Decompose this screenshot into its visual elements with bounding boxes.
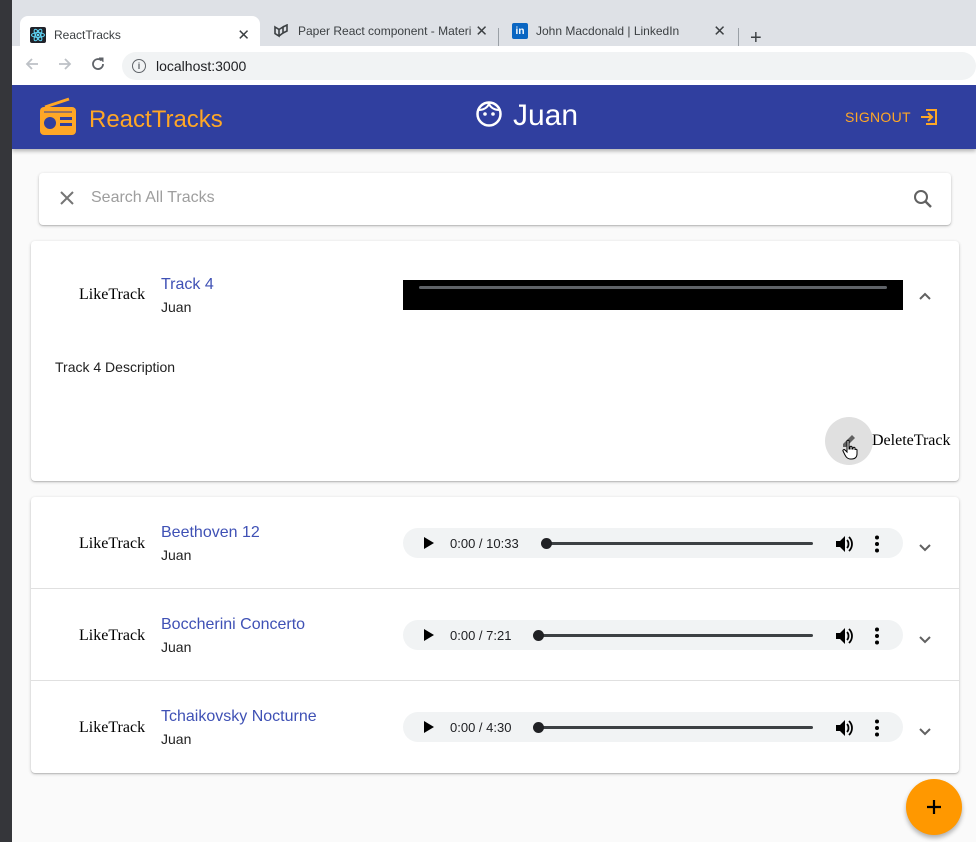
back-icon[interactable] [24, 56, 40, 75]
track-description: Track 4 Description [55, 359, 176, 375]
more-options-icon[interactable] [874, 719, 880, 737]
audio-player[interactable]: 0:00 / 7:21 [403, 620, 903, 650]
app-bar: ReactTracks Juan SIGNOUT [12, 85, 976, 149]
hand-cursor-icon [842, 439, 858, 460]
audio-seek-bar[interactable] [539, 634, 813, 637]
track-user: Juan [161, 639, 192, 655]
like-track-button[interactable]: LikeTrack [79, 719, 145, 737]
track-user: Juan [161, 731, 192, 747]
tab-linkedin[interactable]: in John Macdonald | LinkedIn ✕ [502, 16, 736, 46]
tab-separator [498, 28, 499, 46]
volume-icon[interactable] [835, 627, 853, 645]
tab-title: ReactTracks [54, 28, 121, 42]
volume-icon[interactable] [835, 535, 853, 553]
search-bar: Search All Tracks [39, 173, 951, 225]
audio-time: 0:00 / 7:21 [450, 628, 512, 643]
play-icon[interactable] [423, 628, 435, 642]
signout-label: SIGNOUT [845, 109, 911, 125]
audio-seek-knob[interactable] [533, 722, 544, 733]
volume-icon[interactable] [835, 719, 853, 737]
like-track-button[interactable]: LikeTrack [79, 627, 145, 645]
reload-icon[interactable] [90, 56, 106, 75]
audio-player[interactable]: 0:00 / 10:33 [403, 528, 903, 558]
track-title[interactable]: Boccherini Concerto [161, 616, 305, 634]
close-tab-icon[interactable]: ✕ [713, 22, 726, 40]
tab-strip: ReactTracks ✕ Paper React component - Ma… [12, 8, 976, 54]
audio-seek-bar[interactable] [547, 542, 813, 545]
brand-name: ReactTracks [89, 105, 223, 133]
audio-player[interactable]: 0:00 / 4:30 [403, 712, 903, 742]
tab-paper-react[interactable]: Paper React component - Materi ✕ [264, 16, 498, 46]
tab-title: John Macdonald | LinkedIn [536, 24, 680, 38]
tab-title: Paper React component - Materi [298, 24, 472, 38]
search-input[interactable]: Search All Tracks [91, 189, 215, 207]
play-icon[interactable] [423, 536, 435, 550]
linkedin-icon: in [512, 23, 528, 39]
material-ui-icon [274, 23, 290, 39]
tab-separator [738, 28, 739, 46]
divider [31, 588, 959, 589]
more-options-icon[interactable] [874, 535, 880, 553]
chevron-down-icon[interactable] [918, 724, 932, 742]
current-user: Juan [475, 99, 578, 133]
new-tab-button[interactable]: + [750, 28, 762, 48]
like-track-button[interactable]: LikeTrack [79, 535, 145, 553]
audio-player[interactable] [403, 280, 903, 310]
audio-time: 0:00 / 10:33 [450, 536, 519, 551]
track-title[interactable]: Tchaikovsky Nocturne [161, 708, 317, 726]
chevron-up-icon[interactable] [918, 288, 932, 306]
user-name: Juan [513, 99, 579, 132]
react-icon [30, 27, 46, 43]
close-tab-icon[interactable]: ✕ [237, 26, 250, 44]
signout-button[interactable]: SIGNOUT [845, 107, 939, 127]
exit-icon [920, 109, 937, 125]
divider [31, 680, 959, 681]
address-bar[interactable]: i localhost:3000 [122, 52, 976, 80]
delete-track-button[interactable]: DeleteTrack [872, 432, 951, 450]
track-title[interactable]: Beethoven 12 [161, 524, 260, 542]
like-track-button[interactable]: LikeTrack [79, 286, 145, 304]
audio-time: 0:00 / 4:30 [450, 720, 512, 735]
play-icon[interactable] [423, 720, 435, 734]
chevron-down-icon[interactable] [918, 632, 932, 650]
add-track-button[interactable] [906, 779, 962, 835]
more-options-icon[interactable] [874, 627, 880, 645]
close-icon[interactable] [59, 190, 75, 211]
brand[interactable]: ReactTracks [39, 97, 223, 142]
audio-progress-bar[interactable] [419, 286, 887, 289]
track-panel-expanded: LikeTrack Track 4 Juan Track 4 Descripti… [31, 241, 959, 481]
track-title[interactable]: Track 4 [161, 276, 214, 294]
audio-seek-knob[interactable] [541, 538, 552, 549]
search-icon[interactable] [913, 189, 933, 214]
forward-icon[interactable] [57, 56, 73, 75]
track-user: Juan [161, 299, 192, 315]
url-text: localhost:3000 [156, 58, 247, 74]
info-icon[interactable]: i [132, 59, 146, 73]
face-icon [475, 100, 503, 133]
browser-chrome: ReactTracks ✕ Paper React component - Ma… [12, 0, 976, 85]
browser-toolbar: i localhost:3000 [12, 46, 976, 85]
audio-seek-knob[interactable] [533, 630, 544, 641]
audio-seek-bar[interactable] [539, 726, 813, 729]
radio-icon [39, 97, 77, 142]
track-list: LikeTrack Beethoven 12 Juan 0:00 / 10:33… [31, 497, 959, 773]
page: ReactTracks Juan SIGNOUT Search All Trac… [12, 85, 976, 842]
close-tab-icon[interactable]: ✕ [475, 22, 488, 40]
track-user: Juan [161, 547, 192, 563]
plus-icon [927, 800, 941, 814]
edit-track-button[interactable] [825, 417, 873, 465]
chevron-down-icon[interactable] [918, 540, 932, 558]
